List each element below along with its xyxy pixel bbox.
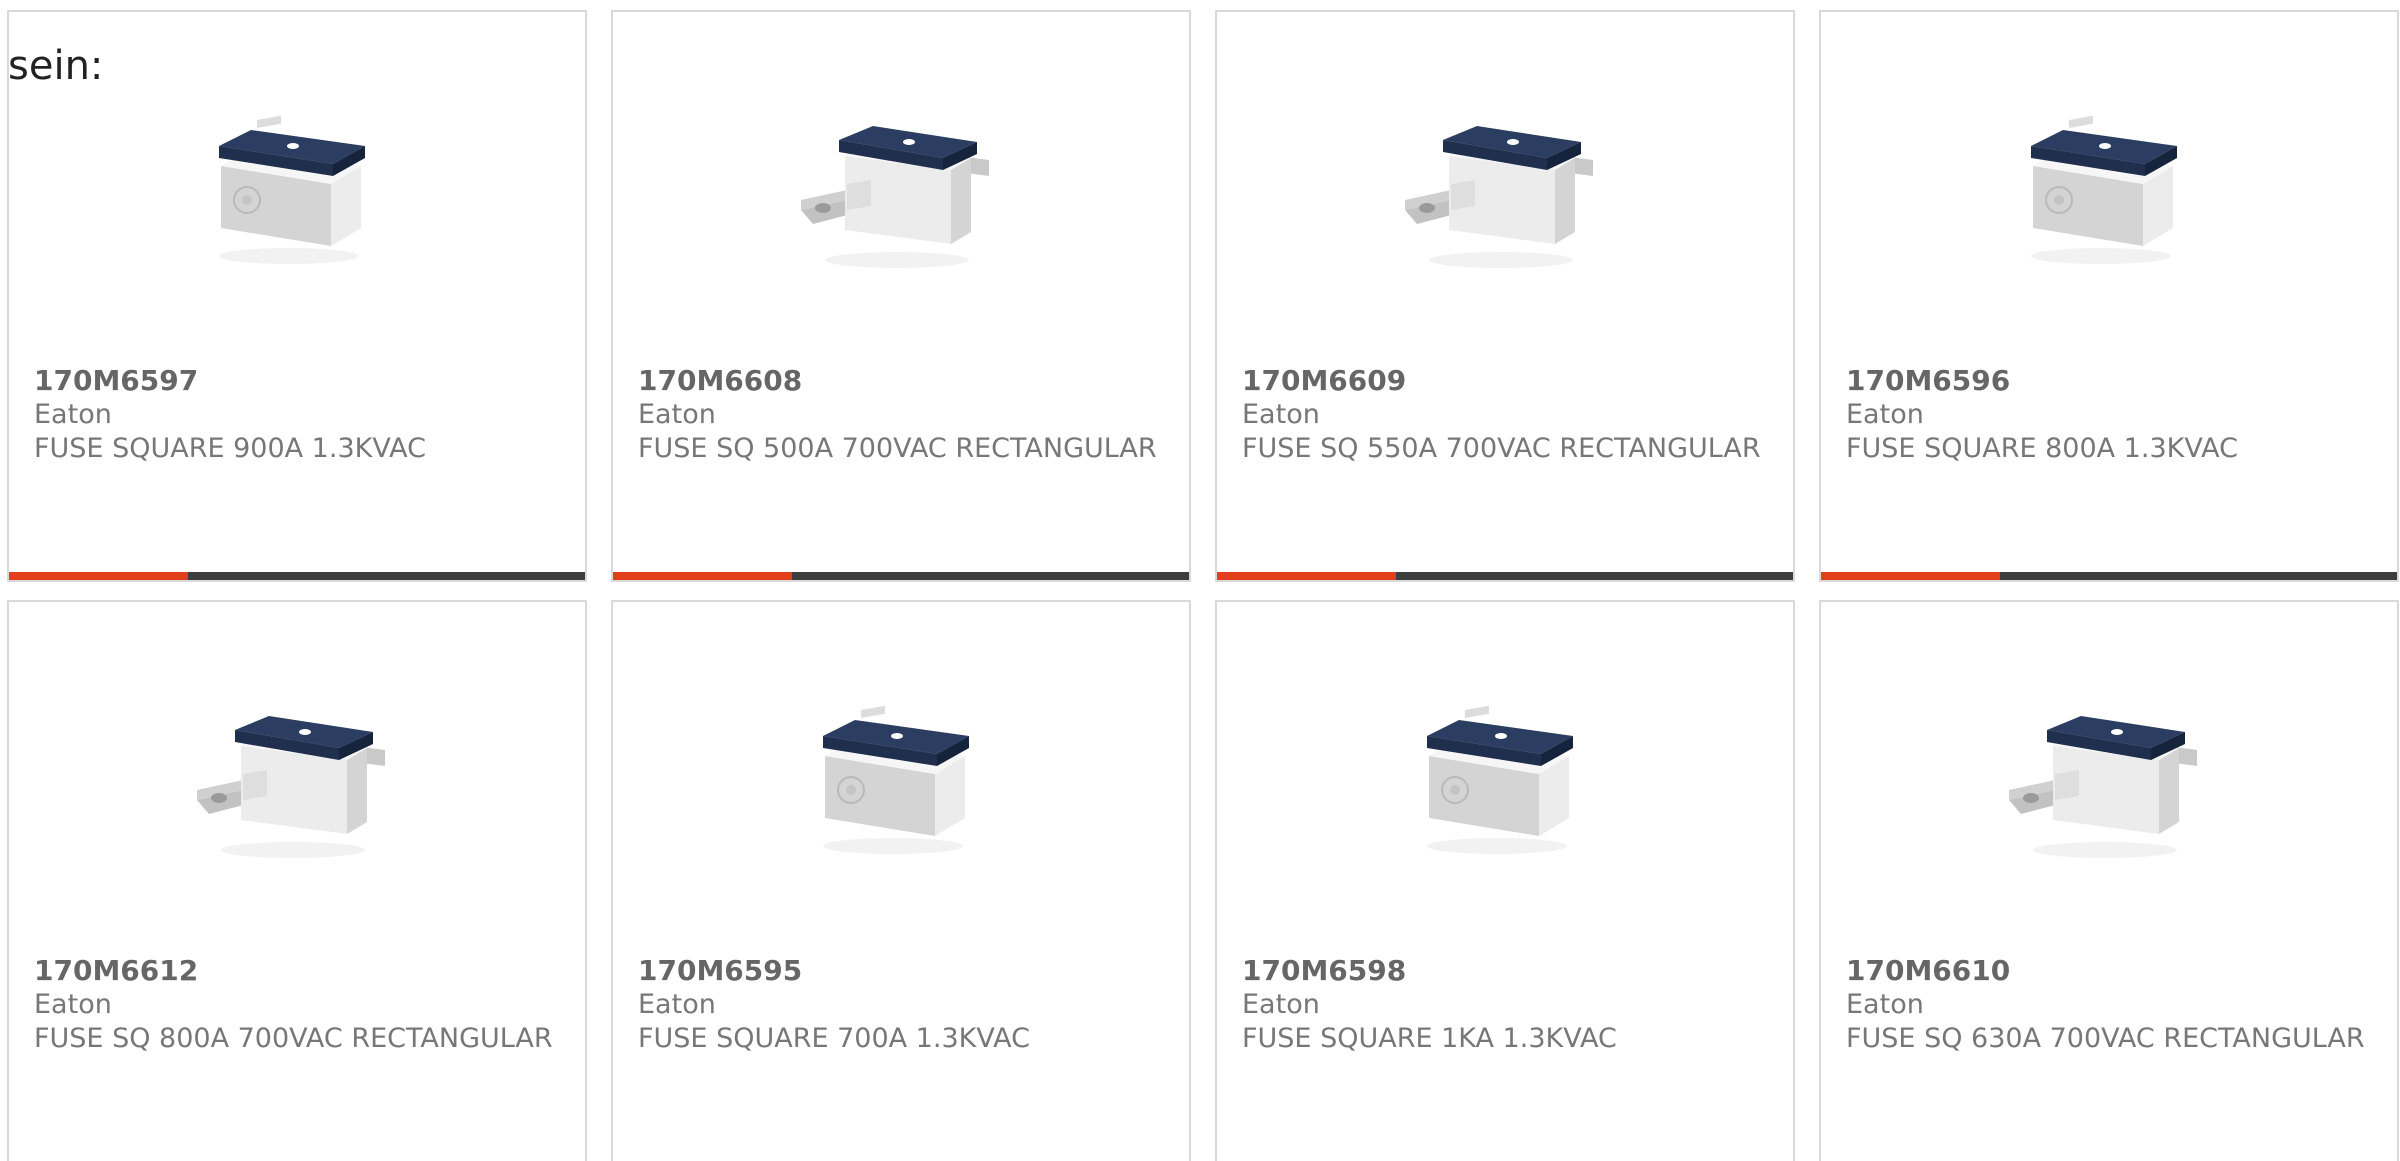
stock-bar [9,572,585,580]
fuse-product-illustration [197,716,385,858]
product-card[interactable]: 170M6597 Eaton FUSE SQUARE 900A 1.3KVAC [7,10,587,582]
product-manufacturer: Eaton [34,399,112,430]
product-image[interactable] [189,678,389,878]
product-part-number[interactable]: 170M6612 [34,954,198,988]
product-image[interactable] [189,88,389,288]
product-manufacturer: Eaton [1846,399,1924,430]
product-image[interactable] [1397,678,1597,878]
product-card[interactable]: 170M6596 Eaton FUSE SQUARE 800A 1.3KVAC [1819,10,2399,582]
product-part-number[interactable]: 170M6609 [1242,364,1406,398]
stock-bar-fill [613,572,792,580]
product-image[interactable] [1397,88,1597,288]
product-manufacturer: Eaton [1242,989,1320,1020]
product-manufacturer: Eaton [638,399,716,430]
product-description: FUSE SQ 630A 700VAC RECTANGULAR [1846,1023,2365,1054]
product-grid-page: sein: 170M6597 Eaton FUSE SQUARE 900A 1.… [0,0,2400,1161]
stock-bar-fill [1821,572,2000,580]
product-manufacturer: Eaton [638,989,716,1020]
product-part-number[interactable]: 170M6597 [34,364,198,398]
product-part-number[interactable]: 170M6596 [1846,364,2010,398]
fuse-product-illustration [1405,126,1593,268]
product-image[interactable] [2001,88,2201,288]
stock-bar [613,572,1189,580]
product-card[interactable]: 170M6598 Eaton FUSE SQUARE 1KA 1.3KVAC [1215,600,1795,1161]
product-card[interactable]: 170M6612 Eaton FUSE SQ 800A 700VAC RECTA… [7,600,587,1161]
product-description: FUSE SQUARE 700A 1.3KVAC [638,1023,1030,1054]
stock-bar-fill [1217,572,1396,580]
product-part-number[interactable]: 170M6610 [1846,954,2010,988]
stock-bar [1217,572,1793,580]
fuse-product-illustration [2009,716,2197,858]
product-card[interactable]: 170M6608 Eaton FUSE SQ 500A 700VAC RECTA… [611,10,1191,582]
fuse-product-illustration [801,126,989,268]
fuse-product-illustration [219,115,365,264]
product-description: FUSE SQUARE 1KA 1.3KVAC [1242,1023,1617,1054]
product-manufacturer: Eaton [34,989,112,1020]
stock-bar [1821,572,2397,580]
intro-text: sein: [8,43,104,89]
product-card[interactable]: 170M6609 Eaton FUSE SQ 550A 700VAC RECTA… [1215,10,1795,582]
fuse-product-illustration [1427,705,1573,854]
product-part-number[interactable]: 170M6598 [1242,954,1406,988]
product-description: FUSE SQ 500A 700VAC RECTANGULAR [638,433,1157,464]
fuse-product-illustration [2031,115,2177,264]
product-description: FUSE SQUARE 800A 1.3KVAC [1846,433,2238,464]
product-image[interactable] [793,88,993,288]
product-description: FUSE SQ 800A 700VAC RECTANGULAR [34,1023,553,1054]
product-image[interactable] [2001,678,2201,878]
stock-bar-fill [9,572,188,580]
product-image[interactable] [793,678,993,878]
product-description: FUSE SQUARE 900A 1.3KVAC [34,433,426,464]
product-card[interactable]: 170M6595 Eaton FUSE SQUARE 700A 1.3KVAC [611,600,1191,1161]
product-manufacturer: Eaton [1846,989,1924,1020]
product-card[interactable]: 170M6610 Eaton FUSE SQ 630A 700VAC RECTA… [1819,600,2399,1161]
product-part-number[interactable]: 170M6595 [638,954,802,988]
product-manufacturer: Eaton [1242,399,1320,430]
product-part-number[interactable]: 170M6608 [638,364,802,398]
fuse-product-illustration [823,705,969,854]
product-description: FUSE SQ 550A 700VAC RECTANGULAR [1242,433,1761,464]
